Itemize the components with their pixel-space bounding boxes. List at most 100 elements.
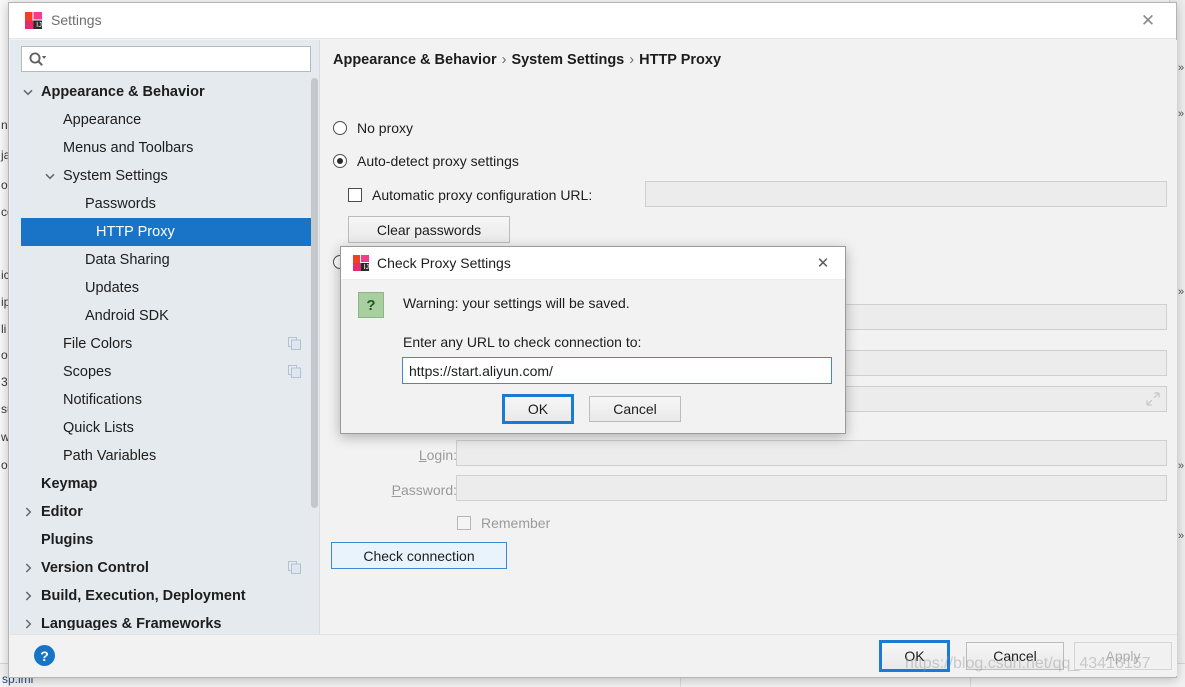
sidebar-item-quick-lists[interactable]: Quick Lists <box>21 414 311 442</box>
sidebar-item-label: Data Sharing <box>85 252 170 268</box>
dialog-prompt-text: Enter any URL to check connection to: <box>403 334 642 350</box>
checkbox-remember-label: Remember <box>481 515 551 531</box>
copy-settings-icon[interactable] <box>288 337 301 350</box>
radio-no-proxy-label: No proxy <box>357 120 414 136</box>
dialog-warning-text: Warning: your settings will be saved. <box>403 295 630 311</box>
breadcrumb-part-3: HTTP Proxy <box>639 52 722 68</box>
sidebar-item-android-sdk[interactable]: Android SDK <box>21 302 311 330</box>
sidebar-item-path-variables[interactable]: Path Variables <box>21 442 311 470</box>
settings-tree[interactable]: Appearance & Behavior Appearance Menus and… <box>21 78 311 630</box>
backdrop-text-fragment: li <box>1 322 7 336</box>
backdrop-text-fragment: » <box>1178 460 1185 472</box>
search-box[interactable] <box>21 46 311 72</box>
dialog-title-bar: IJ Check Proxy Settings ✕ <box>341 247 845 280</box>
breadcrumb-separator: › <box>629 52 635 68</box>
chevron-right-icon[interactable] <box>21 617 35 630</box>
sidebar-item-label: HTTP Proxy <box>96 224 175 240</box>
chevron-right-icon[interactable] <box>21 589 35 603</box>
sidebar-item-label: Quick Lists <box>63 420 134 436</box>
search-input[interactable] <box>50 49 305 69</box>
settings-title-bar: IJ Settings ✕ <box>9 3 1176 39</box>
radio-auto-detect-indicator[interactable] <box>333 154 347 168</box>
login-label-rest: ogin: <box>426 447 457 463</box>
chevron-down-icon[interactable] <box>43 169 57 183</box>
breadcrumb: Appearance & Behavior › System Settings › HT… <box>333 52 721 68</box>
question-icon: ? <box>358 292 384 318</box>
search-icon <box>28 51 47 69</box>
check-connection-button[interactable]: Check connection <box>331 542 507 569</box>
radio-no-proxy-indicator[interactable] <box>333 121 347 135</box>
breadcrumb-part-2[interactable]: System Settings <box>511 52 624 68</box>
checkbox-remember[interactable]: Remember <box>457 515 550 531</box>
sidebar-item-label: Build, Execution, Deployment <box>41 588 246 604</box>
sidebar-item-passwords[interactable]: Passwords <box>21 190 311 218</box>
sidebar-item-file-colors[interactable]: File Colors <box>21 330 311 358</box>
sidebar-item-label: Appearance & Behavior <box>41 84 205 100</box>
checkbox-remember-indicator[interactable] <box>457 516 471 530</box>
dialog-cancel-button[interactable]: Cancel <box>589 396 681 422</box>
sidebar-item-data-sharing[interactable]: Data Sharing <box>21 246 311 274</box>
sidebar-item-label: Notifications <box>63 392 142 408</box>
help-icon[interactable]: ? <box>34 645 55 666</box>
radio-no-proxy[interactable]: No proxy <box>333 120 413 136</box>
url-input[interactable] <box>402 357 832 384</box>
intellij-idea-icon: IJ <box>25 12 42 29</box>
sidebar-item-label: Passwords <box>85 196 156 212</box>
copy-settings-icon[interactable] <box>288 561 301 574</box>
sidebar-item-build-execution-deployment[interactable]: Build, Execution, Deployment <box>21 582 311 610</box>
sidebar-item-keymap[interactable]: Keymap <box>21 470 311 498</box>
sidebar-item-label: File Colors <box>63 336 133 352</box>
breadcrumb-part-1[interactable]: Appearance & Behavior <box>333 52 497 68</box>
check-proxy-settings-dialog: IJ Check Proxy Settings ✕ ? Warning: you… <box>340 246 846 434</box>
copy-settings-icon[interactable] <box>288 365 301 378</box>
login-input[interactable] <box>456 440 1167 466</box>
clear-passwords-button[interactable]: Clear passwords <box>348 216 510 243</box>
sidebar-item-system-settings[interactable]: System Settings <box>21 162 311 190</box>
sidebar-item-label: Appearance <box>63 112 142 128</box>
sidebar-item-label: Languages & Frameworks <box>41 616 222 630</box>
sidebar-item-http-proxy[interactable]: HTTP Proxy <box>21 218 311 246</box>
sidebar-item-label: System Settings <box>63 168 168 184</box>
sidebar-item-scopes[interactable]: Scopes <box>21 358 311 386</box>
sidebar-item-label: Version Control <box>41 560 149 576</box>
backdrop-text-fragment: » <box>1178 530 1185 542</box>
chevron-down-icon[interactable] <box>21 85 35 99</box>
settings-sidebar: Appearance & Behavior Appearance Menus and… <box>10 40 319 636</box>
auto-config-url-input[interactable] <box>645 181 1167 207</box>
sidebar-scrollbar-thumb[interactable] <box>311 78 318 508</box>
backdrop-text-fragment: » <box>1178 286 1185 298</box>
sidebar-item-appearance-behavior[interactable]: Appearance & Behavior <box>21 78 311 106</box>
backdrop-text-fragment: » <box>1178 62 1185 74</box>
ok-button[interactable]: OK <box>879 640 950 672</box>
password-input[interactable] <box>456 475 1167 501</box>
checkbox-auto-config-url-label: Automatic proxy configuration URL: <box>372 187 593 203</box>
window-title: Settings <box>51 12 102 28</box>
checkbox-auto-config-url-indicator[interactable] <box>348 188 362 202</box>
checkbox-auto-config-url[interactable]: Automatic proxy configuration URL: <box>348 187 592 203</box>
sidebar-item-editor[interactable]: Editor <box>21 498 311 526</box>
backdrop-text-fragment: o <box>1 458 8 472</box>
cancel-button[interactable]: Cancel <box>966 642 1064 670</box>
sidebar-item-languages-frameworks[interactable]: Languages & Frameworks <box>21 610 311 630</box>
sidebar-scrollbar[interactable] <box>310 78 319 630</box>
sidebar-item-notifications[interactable]: Notifications <box>21 386 311 414</box>
expand-icon[interactable] <box>1146 392 1160 406</box>
breadcrumb-separator: › <box>501 52 507 68</box>
sidebar-item-label: Menus and Toolbars <box>63 140 194 156</box>
sidebar-item-label: Path Variables <box>63 448 157 464</box>
sidebar-item-appearance[interactable]: Appearance <box>21 106 311 134</box>
sidebar-item-updates[interactable]: Updates <box>21 274 311 302</box>
close-icon[interactable]: ✕ <box>1130 7 1166 35</box>
settings-footer: ? OK Cancel Apply <box>10 634 1177 676</box>
sidebar-item-plugins[interactable]: Plugins <box>21 526 311 554</box>
radio-auto-detect[interactable]: Auto-detect proxy settings <box>333 153 519 169</box>
dialog-close-icon[interactable]: ✕ <box>810 252 836 274</box>
intellij-idea-icon: IJ <box>353 255 369 271</box>
dialog-title: Check Proxy Settings <box>377 255 511 271</box>
sidebar-item-menus-and-toolbars[interactable]: Menus and Toolbars <box>21 134 311 162</box>
sidebar-item-version-control[interactable]: Version Control <box>21 554 311 582</box>
chevron-right-icon[interactable] <box>21 505 35 519</box>
backdrop-text-fragment: n <box>1 118 8 132</box>
dialog-ok-button[interactable]: OK <box>502 394 574 424</box>
chevron-right-icon[interactable] <box>21 561 35 575</box>
